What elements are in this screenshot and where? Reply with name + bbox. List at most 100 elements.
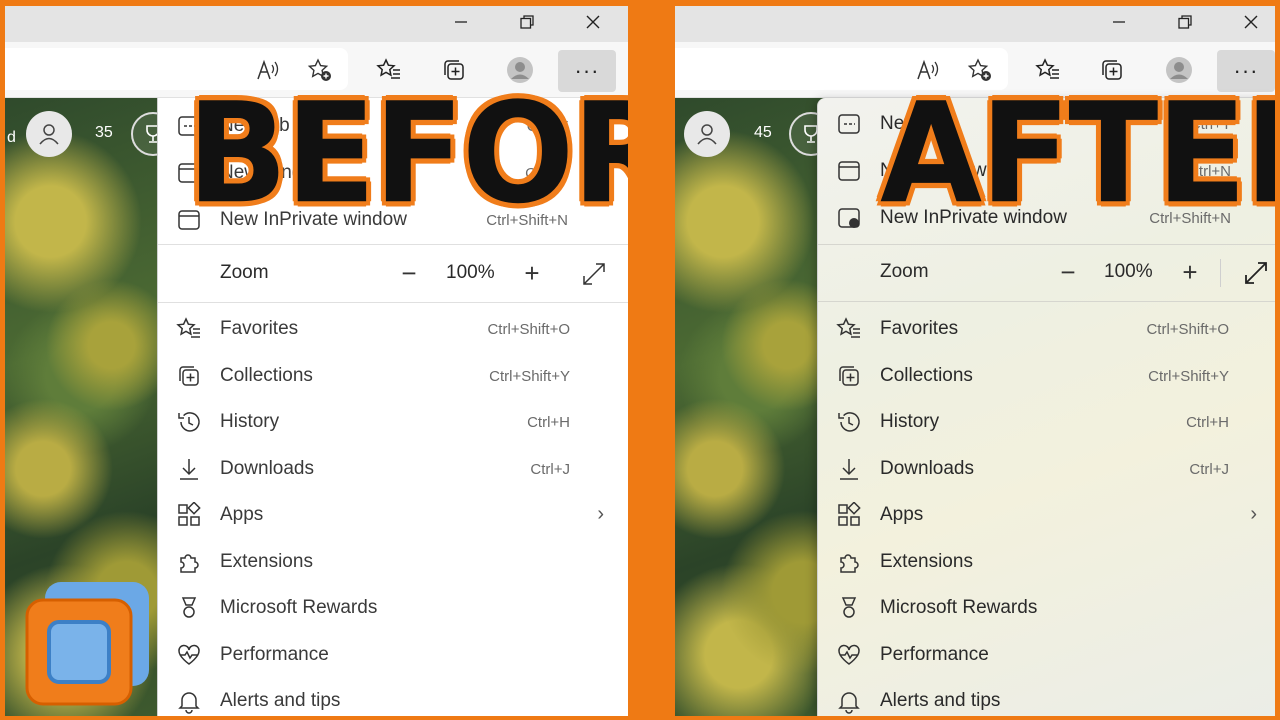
zoom-out-icon: − (401, 258, 417, 288)
close-icon (586, 15, 600, 29)
new-tab-icon (836, 111, 862, 137)
extensions-icon (176, 549, 202, 575)
apps-icon (176, 501, 202, 528)
menu-item-downloads[interactable]: Downloads Ctrl+J (818, 445, 1275, 491)
page-profile-avatar[interactable] (684, 111, 730, 157)
close-button[interactable] (1219, 6, 1275, 38)
menu-item-history[interactable]: History Ctrl+H (818, 398, 1275, 444)
menu-item-shortcut: Ctrl+Shift+O (487, 321, 570, 338)
title-bar (675, 6, 1275, 42)
apps-icon (836, 501, 862, 528)
menu-item-extensions[interactable]: Extensions (158, 538, 628, 584)
zoom-label: Zoom (880, 261, 929, 282)
menu-item-shortcut: Ctrl+Shift+Y (1148, 367, 1229, 385)
menu-item-label: Performance (220, 643, 329, 665)
restore-button[interactable] (1153, 6, 1217, 38)
menu-item-collections[interactable]: Collections Ctrl+Shift+Y (818, 352, 1275, 398)
menu-item-favorites[interactable]: Favorites Ctrl+Shift+O (818, 305, 1275, 351)
history-icon (836, 409, 862, 435)
collections-icon (836, 363, 862, 389)
zoom-out-button[interactable]: − (1052, 256, 1084, 288)
menu-item-label: Downloads (220, 457, 314, 479)
menu-item-shortcut: Ctrl+H (1186, 414, 1229, 431)
collections-icon (176, 363, 202, 389)
reward-count: 45 (754, 124, 772, 141)
title-bar (5, 6, 628, 42)
before-panel: ··· d 35 New tab Ctrl+T New window Ctrl+… (5, 6, 628, 716)
menu-item-label: Collections (220, 364, 313, 386)
menu-divider (158, 244, 628, 245)
minimize-button[interactable] (1087, 6, 1151, 38)
menu-item-shortcut: Ctrl+J (1189, 460, 1229, 478)
page-left-text: d (7, 129, 16, 146)
zoom-out-button[interactable]: − (393, 257, 425, 289)
restore-icon (520, 15, 534, 29)
zoom-out-icon: − (1060, 257, 1076, 287)
chevron-right-icon: › (1250, 503, 1257, 525)
menu-item-label: Alerts and tips (220, 690, 341, 711)
zoom-in-button[interactable]: + (1174, 256, 1206, 288)
menu-item-label: History (880, 411, 940, 432)
page-background-image (675, 98, 835, 716)
downloads-icon (176, 456, 202, 482)
menu-item-label: Microsoft Rewards (880, 597, 1038, 618)
extensions-icon (836, 549, 862, 575)
performance-icon (836, 642, 862, 668)
close-button[interactable] (561, 6, 625, 38)
menu-item-microsoft-rewards[interactable]: Microsoft Rewards (158, 584, 628, 630)
virtualbox-style-logo-icon (25, 582, 149, 706)
zoom-label: Zoom (220, 262, 269, 283)
minimize-icon (455, 21, 467, 23)
zoom-row: Zoom − 100% + (158, 246, 628, 300)
after-overlay-title: AFTER (880, 73, 1275, 235)
zoom-in-icon: + (1182, 257, 1198, 287)
inprivate-window-icon (836, 205, 862, 231)
rewards-icon (176, 595, 202, 621)
performance-icon (176, 642, 202, 668)
menu-item-shortcut: Ctrl+H (527, 414, 570, 431)
menu-divider (158, 302, 628, 303)
new-window-icon (836, 158, 862, 184)
fullscreen-button[interactable] (1242, 259, 1270, 287)
menu-item-apps[interactable]: Apps › (158, 491, 628, 537)
menu-item-extensions[interactable]: Extensions (818, 538, 1275, 584)
person-icon (697, 124, 717, 145)
menu-item-label: Collections (880, 364, 973, 386)
menu-item-shortcut: Ctrl+Shift+Y (489, 367, 570, 385)
downloads-icon (836, 456, 862, 482)
zoom-value: 100% (446, 262, 495, 283)
close-icon (1244, 15, 1258, 29)
menu-item-microsoft-rewards[interactable]: Microsoft Rewards (818, 584, 1275, 630)
zoom-value: 100% (1104, 261, 1153, 282)
menu-item-shortcut: Ctrl+J (530, 460, 570, 478)
fullscreen-icon (1245, 262, 1267, 284)
fullscreen-button[interactable] (580, 260, 608, 288)
menu-item-label: Favorites (880, 318, 959, 339)
restore-button[interactable] (495, 6, 559, 38)
page-profile-avatar[interactable] (26, 111, 72, 157)
menu-item-performance[interactable]: Performance (818, 631, 1275, 677)
menu-item-label: Apps (220, 504, 264, 525)
favorites-icon (836, 316, 862, 342)
history-icon (176, 409, 202, 435)
minimize-button[interactable] (429, 6, 493, 38)
menu-item-label: Apps (880, 504, 924, 525)
menu-item-favorites[interactable]: Favorites Ctrl+Shift+O (158, 305, 628, 351)
menu-item-label: History (220, 411, 280, 432)
menu-item-label: Alerts and tips (880, 690, 1001, 711)
menu-item-alerts-and-tips[interactable]: Alerts and tips (158, 677, 628, 716)
favorites-icon (176, 316, 202, 342)
menu-item-performance[interactable]: Performance (158, 631, 628, 677)
after-panel: ··· 45 New tab Ctrl+T New window Ctrl+N … (675, 6, 1275, 716)
zoom-row: Zoom − 100% + (818, 245, 1275, 299)
zoom-in-button[interactable]: + (516, 257, 548, 289)
menu-item-history[interactable]: History Ctrl+H (158, 398, 628, 444)
person-icon (39, 124, 59, 145)
menu-item-collections[interactable]: Collections Ctrl+Shift+Y (158, 352, 628, 398)
bell-icon (176, 688, 202, 714)
menu-item-alerts-and-tips[interactable]: Alerts and tips (818, 677, 1275, 716)
minimize-icon (1113, 21, 1125, 23)
menu-item-apps[interactable]: Apps › (818, 491, 1275, 537)
menu-item-downloads[interactable]: Downloads Ctrl+J (158, 445, 628, 491)
menu-item-label: Extensions (220, 550, 313, 572)
